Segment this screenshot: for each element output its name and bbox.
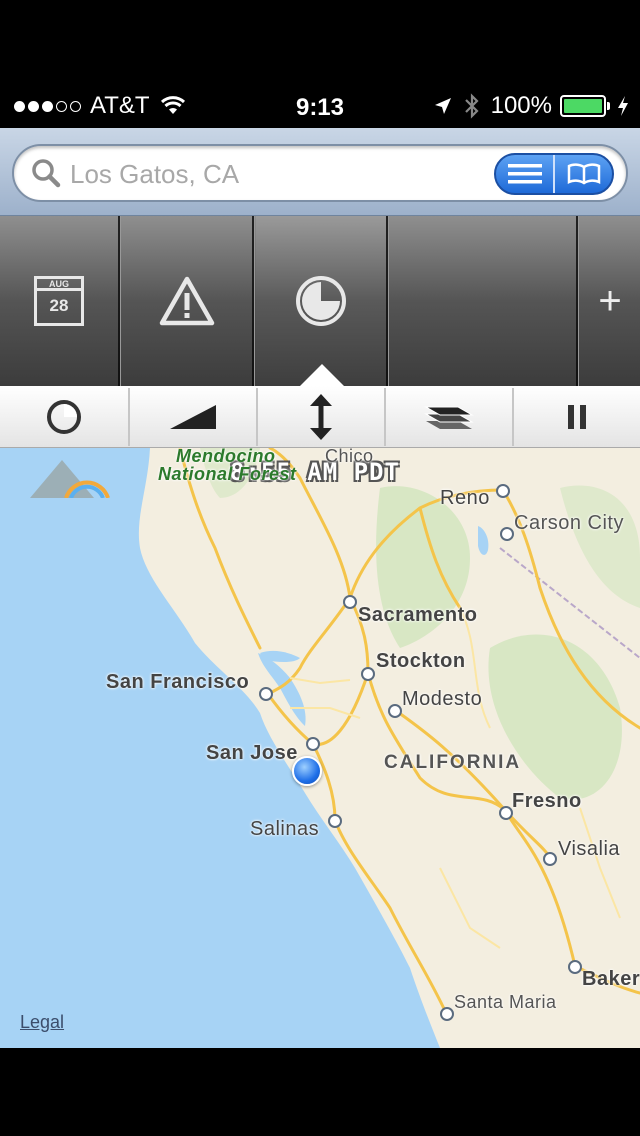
calendar-day: 28 (49, 296, 69, 315)
calendar-icon: AUG 28 (34, 276, 84, 326)
charging-bolt-icon (618, 96, 628, 116)
search-icon (32, 159, 61, 188)
toolbar-divider (576, 216, 579, 386)
main-toolbar: AUG 28 + (0, 216, 640, 386)
alerts-button[interactable] (122, 216, 252, 386)
map-label-stockton: Stockton (376, 650, 466, 672)
book-icon (567, 163, 600, 185)
pie-opacity-icon (296, 276, 346, 326)
city-marker (328, 814, 342, 828)
city-marker (259, 687, 273, 701)
layers-icon (424, 406, 474, 429)
bottom-bar (0, 1048, 640, 1136)
map-label-san-jose: San Jose (206, 742, 298, 764)
city-marker (500, 527, 514, 541)
pause-icon (568, 405, 586, 429)
weather-badge-icon[interactable] (0, 448, 110, 498)
map-label-national-forest: National Forest (158, 464, 297, 484)
map-label-salinas: Salinas (250, 818, 320, 840)
toolbar-divider (386, 216, 389, 386)
city-marker (388, 704, 402, 718)
map-label-fresno: Fresno (512, 790, 582, 812)
opacity-control-button[interactable] (0, 386, 128, 448)
date-button[interactable]: AUG 28 (0, 216, 118, 386)
opacity-button[interactable] (256, 216, 386, 386)
map-label-santa-maria: Santa Maria (454, 992, 557, 1012)
battery-percent: 100% (490, 92, 552, 119)
add-button[interactable]: + (580, 216, 640, 386)
city-marker (568, 960, 582, 974)
toolbar-divider (252, 216, 255, 386)
toolbar-divider (118, 216, 121, 386)
search-bar (0, 128, 640, 216)
map-label-carson-city: Carson City (514, 512, 624, 534)
location-arrow-icon (434, 98, 451, 114)
map-label-visalia: Visalia (558, 838, 621, 860)
layers-button[interactable] (386, 386, 512, 448)
view-toggle (494, 153, 614, 195)
current-location-marker[interactable] (292, 756, 322, 786)
pause-button[interactable] (514, 386, 640, 448)
book-view-button[interactable] (553, 155, 612, 193)
city-marker (499, 806, 513, 820)
city-marker (361, 667, 375, 681)
city-marker (543, 852, 557, 866)
city-marker (306, 737, 320, 751)
city-marker (343, 595, 357, 609)
map-label-modesto: Modesto (402, 688, 483, 710)
map-label-sacramento: Sacramento (358, 604, 478, 626)
search-field[interactable] (12, 144, 628, 202)
map-label-california: CALIFORNIA (384, 752, 522, 773)
legal-link[interactable]: Legal (20, 1012, 64, 1033)
empty-slot (390, 216, 576, 386)
search-input[interactable] (70, 154, 470, 194)
city-marker (496, 484, 510, 498)
expand-button[interactable] (258, 386, 384, 448)
intensity-button[interactable] (130, 386, 256, 448)
list-icon (507, 164, 542, 184)
map-label-reno: Reno (440, 487, 490, 509)
bluetooth-icon (464, 93, 479, 119)
calendar-month: AUG (37, 279, 81, 291)
map-label-san-francisco: San Francisco (106, 671, 250, 693)
map-label-chico: Chico (325, 448, 374, 466)
city-marker (440, 1007, 454, 1021)
map-label-bakersfield: Baker (582, 968, 640, 990)
map-view[interactable]: 8:55 AM PDT Mendocino National Forest Ch… (0, 448, 640, 1048)
status-bar: AT&T 9:13 100% (0, 0, 640, 128)
active-tab-pointer (300, 364, 344, 386)
up-down-arrows-icon (310, 394, 332, 440)
battery-icon (560, 95, 610, 117)
plus-icon: + (598, 278, 622, 323)
list-view-button[interactable] (496, 155, 553, 193)
intensity-ramp-icon (170, 405, 216, 429)
warning-icon (159, 276, 215, 326)
status-right: 100% (433, 92, 630, 120)
sub-toolbar (0, 386, 640, 448)
map-base (0, 448, 640, 1048)
half-circle-icon (47, 400, 81, 434)
